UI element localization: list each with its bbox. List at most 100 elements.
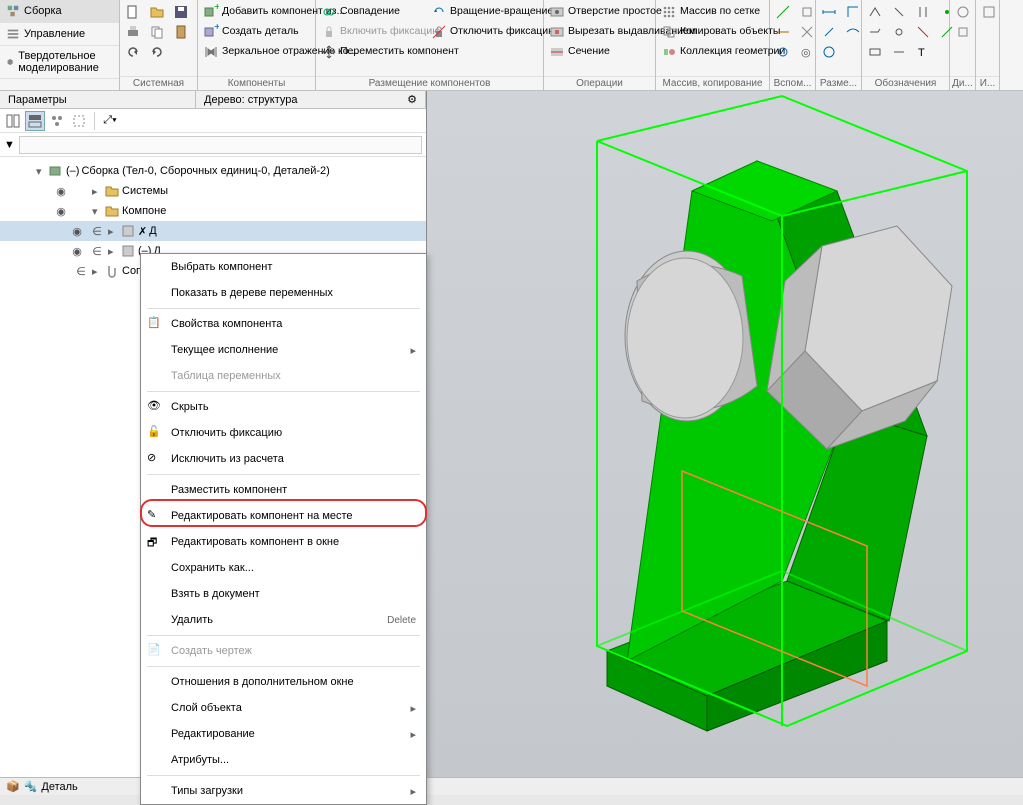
tree-part1[interactable]: ◉∈ ▸ ✗ Д: [0, 221, 426, 241]
mirror-button[interactable]: Зеркальное отражение ко...: [200, 42, 313, 62]
assembly-icon: [48, 163, 64, 179]
toolbar-btn3[interactable]: [47, 111, 67, 131]
ctx-component-props[interactable]: 📋Свойства компонента: [141, 311, 426, 337]
ctx-hide[interactable]: 👁Скрыть: [141, 394, 426, 420]
tab-assembly[interactable]: Сборка: [0, 0, 119, 23]
visibility-icon[interactable]: ◉: [52, 205, 70, 218]
ctx-delete[interactable]: УдалитьDelete: [141, 607, 426, 633]
ctx-relations-window[interactable]: Отношения в дополнительном окне: [141, 669, 426, 695]
ann-btn8[interactable]: [912, 22, 934, 42]
redo-button[interactable]: [146, 42, 168, 62]
rotate-button[interactable]: Вращение-вращение: [428, 2, 542, 22]
diag-btn1[interactable]: [952, 2, 974, 22]
aux-btn6[interactable]: ◎: [796, 42, 818, 62]
ctx-create-drawing[interactable]: 📄Создать чертеж: [141, 638, 426, 664]
geometry-collection-button[interactable]: Коллекция геометрии: [658, 42, 767, 62]
tree-systems[interactable]: ◉ ▸ Системы: [0, 181, 426, 201]
ctx-editing[interactable]: Редактирование▸: [141, 721, 426, 747]
filter-icon[interactable]: ▼: [4, 139, 15, 151]
print-button[interactable]: [122, 22, 144, 42]
ann-btn9[interactable]: T: [912, 42, 934, 62]
tab-management[interactable]: Управление: [0, 23, 119, 46]
enable-fix-button[interactable]: Включить фиксацию: [318, 22, 426, 42]
tab-solid-modeling[interactable]: Твердотельное моделирование: [0, 46, 119, 79]
ctx-current-exec[interactable]: Текущее исполнение▸: [141, 337, 426, 363]
aux-btn1[interactable]: [772, 2, 794, 22]
ctx-attributes[interactable]: Атрибуты...: [141, 747, 426, 773]
copy-button[interactable]: [146, 22, 168, 42]
toolbar-btn2[interactable]: [25, 111, 45, 131]
part-tab-icon[interactable]: 🔩: [24, 780, 38, 793]
save-button[interactable]: [170, 2, 192, 22]
chevron-right-icon: ▸: [410, 702, 416, 715]
ann-btn2[interactable]: [864, 22, 886, 42]
visibility-icon[interactable]: ◉: [68, 225, 86, 238]
assembly-tab-icon[interactable]: 📦: [6, 780, 20, 793]
toolbar-btn4[interactable]: [69, 111, 89, 131]
dim-btn4[interactable]: [842, 2, 864, 22]
ctx-exclude-calc[interactable]: ⊘Исключить из расчета: [141, 446, 426, 472]
ins-btn[interactable]: [978, 2, 1000, 22]
toolbar-expand-button[interactable]: ⤢▾: [100, 111, 120, 131]
3d-viewport[interactable]: [427, 91, 1023, 777]
copy-objects-button[interactable]: Копировать объекты: [658, 22, 767, 42]
ann-btn4[interactable]: [888, 2, 910, 22]
visibility-icon[interactable]: ◉: [52, 185, 70, 198]
ann-btn5[interactable]: [888, 22, 910, 42]
tree-root[interactable]: ▾ (–) Сборка (Тел-0, Сборочных единиц-0,…: [0, 161, 426, 181]
undo-button[interactable]: [122, 42, 144, 62]
cut-extrude-button[interactable]: Вырезать выдавливанием: [546, 22, 653, 42]
paste-button[interactable]: [170, 22, 192, 42]
aux-btn5[interactable]: [796, 22, 818, 42]
open-file-button[interactable]: [146, 2, 168, 22]
visibility-icon[interactable]: ◉: [68, 245, 86, 258]
dim-btn3[interactable]: [818, 42, 840, 62]
svg-text:+: +: [214, 4, 219, 13]
move-component-button[interactable]: Переместить компонент: [318, 42, 426, 62]
create-part-button[interactable]: +Создать деталь: [200, 22, 313, 42]
gear-icon[interactable]: ⚙: [407, 93, 417, 106]
ctx-show-var-tree[interactable]: Показать в дереве переменных: [141, 280, 426, 306]
ann-btn3[interactable]: [864, 42, 886, 62]
ribbon-group-dims-label: Разме...: [816, 76, 861, 90]
diag-btn2[interactable]: [952, 22, 974, 42]
ctx-var-table[interactable]: Таблица переменных: [141, 363, 426, 389]
ctx-disable-fix[interactable]: 🔓Отключить фиксацию: [141, 420, 426, 446]
bottom-tab-label[interactable]: Деталь: [41, 781, 77, 793]
include-icon[interactable]: ∈: [72, 265, 90, 278]
ctx-edit-in-place[interactable]: ✎Редактировать компонент на месте: [141, 503, 426, 529]
aux-btn3[interactable]: [772, 42, 794, 62]
match-button[interactable]: Совпадение: [318, 2, 426, 22]
include-icon[interactable]: ∈: [88, 225, 106, 238]
aux-btn4[interactable]: [796, 2, 818, 22]
ctx-save-as[interactable]: Сохранить как...: [141, 555, 426, 581]
ctx-object-layer[interactable]: Слой объекта▸: [141, 695, 426, 721]
pane-tab-tree[interactable]: Дерево: структура ⚙: [196, 91, 426, 108]
dim-btn5[interactable]: [842, 22, 864, 42]
ribbon-group-array-label: Массив, копирование: [656, 76, 769, 90]
pane-tab-parameters[interactable]: Параметры: [0, 91, 196, 108]
ctx-select-component[interactable]: Выбрать компонент: [141, 254, 426, 280]
search-input[interactable]: [19, 136, 422, 154]
chevron-right-icon: ▸: [410, 344, 416, 357]
aux-btn2[interactable]: [772, 22, 794, 42]
ann-btn7[interactable]: [912, 2, 934, 22]
ctx-take-to-doc[interactable]: Взять в документ: [141, 581, 426, 607]
section-button[interactable]: Сечение: [546, 42, 653, 62]
edit-icon: ✎: [147, 508, 163, 524]
ctx-load-types[interactable]: Типы загрузки▸: [141, 778, 426, 804]
dim-btn1[interactable]: [818, 2, 840, 22]
ctx-edit-in-window[interactable]: 🗗Редактировать компонент в окне: [141, 529, 426, 555]
ann-btn1[interactable]: [864, 2, 886, 22]
grid-array-button[interactable]: Массив по сетке: [658, 2, 767, 22]
include-icon[interactable]: ∈: [88, 245, 106, 258]
add-component-button[interactable]: +Добавить компонент из...: [200, 2, 313, 22]
ctx-place-component[interactable]: Разместить компонент: [141, 477, 426, 503]
disable-fix-button[interactable]: Отключить фиксацию: [428, 22, 542, 42]
dim-btn2[interactable]: [818, 22, 840, 42]
tree-components-folder[interactable]: ◉ ▾ Компоне: [0, 201, 426, 221]
toolbar-btn1[interactable]: [3, 111, 23, 131]
new-file-button[interactable]: [122, 2, 144, 22]
ann-btn6[interactable]: [888, 42, 910, 62]
hole-button[interactable]: Отверстие простое: [546, 2, 653, 22]
